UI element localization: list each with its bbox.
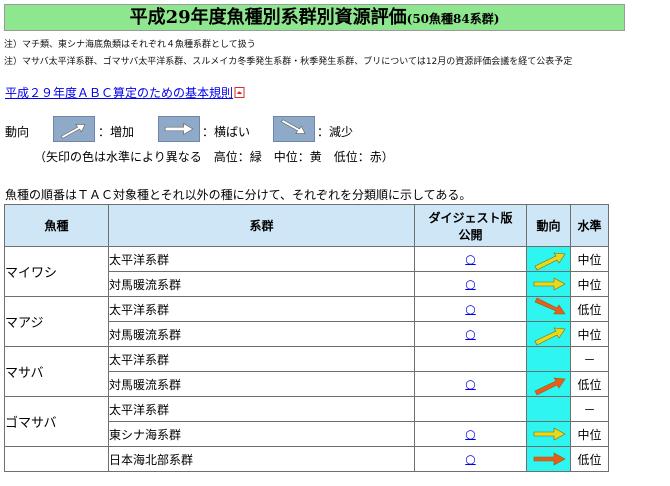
arrow-down-right-icon (534, 297, 566, 315)
digest-link[interactable]: ○ (465, 277, 475, 291)
trend-cell (526, 396, 571, 422)
species-cell: マイワシ (4, 246, 109, 297)
arrow-right-icon (533, 277, 566, 291)
level-cell: 中位 (570, 246, 609, 272)
page-title: 平成29年度魚種別系群別資源評価(50魚種84系群) (4, 4, 625, 31)
stock-cell: 日本海北部系群 (108, 446, 415, 472)
species-cell (4, 446, 109, 472)
stock-cell: 対馬暖流系群 (108, 321, 415, 347)
stock-cell: 太平洋系群 (108, 246, 415, 272)
legend-color-note: （矢印の色は水準により異なる 高位：緑 中位：黄 低位：赤） (34, 150, 394, 164)
table-header-row: 魚種 系群 ダイジェスト版 公開 動向 水準 (4, 204, 609, 247)
digest-cell[interactable]: ○ (414, 271, 527, 297)
level-cell: － (570, 396, 609, 422)
legend-flat: ：横ばい (202, 125, 251, 139)
arrow-down-right-icon (273, 116, 315, 142)
level-cell: － (570, 346, 609, 372)
digest-link[interactable]: ○ (465, 377, 475, 391)
digest-cell[interactable]: ○ (414, 321, 527, 347)
header-digest: ダイジェスト版 公開 (414, 204, 527, 247)
title-main: 平成29年度魚種別系群別資源評価 (129, 7, 407, 28)
legend-increase: ：増加 (98, 125, 135, 139)
arrow-up-right-icon (534, 252, 566, 271)
stock-cell: 太平洋系群 (108, 296, 415, 322)
arrow-right-icon (158, 116, 200, 142)
header-trend: 動向 (526, 204, 571, 247)
table-row: ゴマサバ 太平洋系群 － (4, 396, 609, 447)
header-species: 魚種 (4, 204, 109, 247)
trend-cell (526, 296, 571, 322)
table-row: マイワシ 太平洋系群 ○ 中位 (4, 246, 609, 297)
arrow-up-right-icon (534, 377, 566, 396)
header-level: 水準 (570, 204, 609, 247)
level-cell: 低位 (570, 296, 609, 322)
digest-cell (414, 346, 527, 372)
pdf-icon (234, 87, 245, 98)
trend-cell (526, 446, 571, 472)
legend-label: 動向 (5, 125, 30, 139)
digest-cell[interactable]: ○ (414, 446, 527, 472)
trend-cell (526, 421, 571, 447)
stock-cell: 対馬暖流系群 (108, 271, 415, 297)
header-digest-line1: ダイジェスト版 (428, 210, 513, 225)
note-2: 注）マサバ太平洋系群、ゴマサバ太平洋系群、スルメイカ冬季発生系群・秋季発生系群、… (4, 57, 573, 67)
arrow-right-icon (533, 452, 566, 466)
digest-link[interactable]: ○ (465, 452, 475, 466)
digest-cell (414, 396, 527, 422)
arrow-up-right-icon (534, 327, 566, 346)
header-stock: 系群 (108, 204, 415, 247)
abc-rule-link-text: 平成２９年度ＡＢＣ算定のための基本規則 (5, 86, 234, 100)
intro-text: 魚種の順番はＴＡＣ対象種とそれ以外の種に分けて、それぞれを分類順に示してある。 (5, 188, 472, 202)
trend-legend: 動向 ：増加 ：横ばい ：減少 (5, 116, 645, 144)
arrow-right-icon (533, 427, 566, 441)
digest-cell[interactable]: ○ (414, 246, 527, 272)
species-cell: マサバ (4, 346, 109, 397)
level-cell: 中位 (570, 271, 609, 297)
digest-link[interactable]: ○ (465, 427, 475, 441)
level-cell: 低位 (570, 446, 609, 472)
digest-cell[interactable]: ○ (414, 296, 527, 322)
digest-link[interactable]: ○ (465, 327, 475, 341)
table-row: マサバ 太平洋系群 － (4, 346, 609, 397)
abc-rule-link[interactable]: 平成２９年度ＡＢＣ算定のための基本規則 (5, 84, 245, 101)
table-row: マアジ 太平洋系群 ○ 低位 (4, 296, 609, 347)
digest-cell[interactable]: ○ (414, 421, 527, 447)
legend-decrease: ：減少 (317, 125, 354, 139)
table-row: 日本海北部系群 ○ 低位 (4, 446, 609, 472)
species-cell: ゴマサバ (4, 396, 109, 447)
level-cell: 低位 (570, 371, 609, 397)
arrow-up-right-icon (53, 116, 95, 142)
digest-link[interactable]: ○ (465, 252, 475, 266)
title-sub: (50魚種84系群) (406, 12, 500, 26)
trend-cell (526, 246, 571, 272)
trend-cell (526, 371, 571, 397)
level-cell: 中位 (570, 421, 609, 447)
assessment-table: 魚種 系群 ダイジェスト版 公開 動向 水準 マイワシ 太平洋系群 ○ 中位 対馬暖流系群… (4, 204, 609, 472)
trend-cell (526, 321, 571, 347)
stock-cell: 対馬暖流系群 (108, 371, 415, 397)
trend-cell (526, 271, 571, 297)
table-body: マイワシ 太平洋系群 ○ 中位 対馬暖流系群 ○ 中位 マアジ 太平洋系群 ○ 低位 対馬暖流系群 ○ 中… (4, 246, 609, 472)
trend-cell (526, 346, 571, 372)
species-cell: マアジ (4, 296, 109, 347)
stock-cell: 太平洋系群 (108, 396, 415, 422)
header-digest-line2: 公開 (458, 227, 483, 242)
stock-cell: 太平洋系群 (108, 346, 415, 372)
level-cell: 中位 (570, 321, 609, 347)
note-1: 注）マチ類、東シナ海底魚類はそれぞれ４魚種系群として扱う (4, 40, 256, 50)
digest-link[interactable]: ○ (465, 302, 475, 316)
digest-cell[interactable]: ○ (414, 371, 527, 397)
stock-cell: 東シナ海系群 (108, 421, 415, 447)
